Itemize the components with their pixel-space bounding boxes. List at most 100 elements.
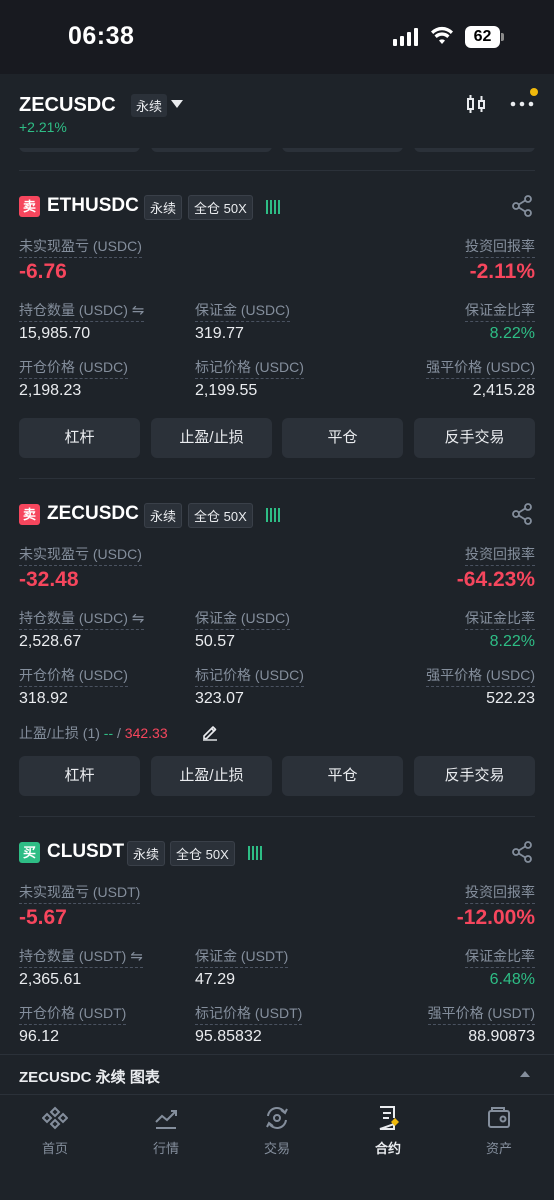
positions-list[interactable]: 卖 ETHUSDC 永续 全仓 50X 未实现盈亏 (USDC) 投资回报率 -… [0, 148, 554, 1054]
symbol-header: ZECUSDC 永续 +2.21% [0, 74, 554, 148]
binance-logo-icon [42, 1106, 68, 1130]
edit-pencil-icon[interactable] [201, 723, 219, 741]
tpsl-summary-label: 止盈/止损 (1) [19, 725, 100, 741]
margin-mode-tag[interactable]: 全仓 50X [170, 841, 235, 866]
position-actions: 杠杆 止盈/止损 平仓 反手交易 [19, 756, 535, 796]
leverage-button[interactable]: 杠杆 [19, 418, 140, 458]
tab-assets[interactable]: 资产 [459, 1105, 539, 1157]
tab-label: 首页 [41, 1141, 68, 1156]
perpetual-tag: 永续 [127, 841, 166, 866]
trade-swap-icon [266, 1107, 288, 1129]
more-icon[interactable] [510, 100, 534, 108]
chevron-up-icon[interactable] [520, 1071, 530, 1077]
margin-ratio-label: 保证金比率 [465, 300, 535, 322]
side-badge: 卖 [19, 504, 40, 525]
mark-price-label: 标记价格 (USDT) [195, 1003, 303, 1025]
margin-label: 保证金 (USDC) [195, 608, 290, 630]
roe-value: -12.00% [456, 906, 535, 929]
margin-ratio-value: 6.48% [489, 971, 535, 988]
position-card-clusdt: 买 CLUSDT 永续 全仓 50X 未实现盈亏 (USDT) 投资回报率 -5… [0, 816, 554, 1054]
position-actions: 杠杆 止盈/止损 平仓 反手交易 [19, 418, 535, 458]
symbol-selector[interactable]: ZECUSDC [19, 94, 116, 117]
tpsl-summary[interactable]: 止盈/止损 (1) -- / 342.33 [19, 723, 168, 743]
unrealized-pnl-label: 未实现盈亏 (USDT) [19, 882, 141, 904]
margin-label: 保证金 (USDT) [195, 946, 289, 968]
size-label[interactable]: 持仓数量 (USDT) ⇋ [19, 946, 143, 968]
leverage-button[interactable]: 杠杆 [19, 756, 140, 796]
take-profit-value: -- [103, 725, 114, 741]
swap-unit-icon[interactable]: ⇋ [132, 302, 145, 319]
entry-price-label: 开仓价格 (USDC) [19, 357, 128, 379]
roe-value: -2.11% [469, 260, 535, 283]
roe-label: 投资回报率 [465, 882, 535, 904]
tpsl-button[interactable]: 止盈/止损 [151, 418, 272, 458]
tab-label: 行情 [152, 1141, 179, 1156]
entry-price-label: 开仓价格 (USDC) [19, 665, 128, 687]
position-symbol[interactable]: ZECUSDC [47, 503, 139, 525]
roe-label: 投资回报率 [465, 236, 535, 258]
share-icon[interactable] [511, 195, 533, 217]
liq-price-label: 强平价格 (USDT) [427, 1003, 535, 1025]
previous-card-buttons [0, 148, 554, 156]
swap-unit-icon[interactable]: ⇋ [132, 610, 145, 627]
roe-value: -64.23% [456, 568, 535, 591]
close-position-button[interactable]: 平仓 [282, 756, 403, 796]
margin-mode-tag[interactable]: 全仓 50X [188, 503, 253, 528]
price-change: +2.21% [19, 119, 67, 135]
close-position-button[interactable]: 平仓 [282, 418, 403, 458]
size-value: 15,985.70 [19, 325, 91, 342]
share-icon[interactable] [511, 841, 533, 863]
position-symbol[interactable]: ETHUSDC [47, 195, 139, 217]
unrealized-pnl: -5.67 [19, 906, 67, 929]
chart-drawer-title: ZECUSDC 永续 图表 [19, 1069, 160, 1086]
reverse-position-button[interactable]: 反手交易 [414, 418, 535, 458]
entry-price: 2,198.23 [19, 382, 82, 399]
size-value: 2,365.61 [19, 971, 82, 988]
candlestick-chart-icon[interactable] [465, 93, 487, 115]
tab-trade[interactable]: 交易 [237, 1105, 317, 1157]
mark-price: 95.85832 [195, 1028, 262, 1045]
size-label[interactable]: 持仓数量 (USDC) ⇋ [19, 300, 145, 322]
status-bar: 06:38 62 [0, 0, 554, 74]
roe-label: 投资回报率 [465, 544, 535, 566]
liq-price: 522.23 [486, 690, 535, 707]
size-value: 2,528.67 [19, 633, 82, 650]
chevron-down-icon[interactable] [171, 100, 183, 108]
tab-label: 资产 [485, 1141, 512, 1156]
notification-dot [530, 88, 538, 96]
reverse-position-button[interactable]: 反手交易 [414, 756, 535, 796]
stop-loss-value: 342.33 [124, 725, 168, 741]
tab-futures[interactable]: 合约 [348, 1105, 428, 1157]
markets-chart-icon [155, 1110, 177, 1129]
position-symbol[interactable]: CLUSDT [47, 841, 124, 863]
tab-markets[interactable]: 行情 [126, 1105, 206, 1157]
perpetual-tag: 永续 [144, 503, 183, 528]
cellular-signal-icon [393, 28, 418, 46]
share-icon[interactable] [511, 503, 533, 525]
unrealized-pnl: -32.48 [19, 568, 79, 591]
margin-mode-tag[interactable]: 全仓 50X [188, 195, 253, 220]
mark-price: 323.07 [195, 690, 244, 707]
futures-doc-icon [379, 1106, 399, 1130]
position-card-zecusdc: 卖 ZECUSDC 永续 全仓 50X 未实现盈亏 (USDC) 投资回报率 -… [0, 478, 554, 818]
card-divider [19, 816, 535, 817]
swap-unit-icon[interactable]: ⇋ [130, 948, 143, 965]
adl-indicator-icon [266, 200, 280, 214]
mark-price-label: 标记价格 (USDC) [195, 357, 304, 379]
card-divider [19, 478, 535, 479]
mark-price-label: 标记价格 (USDC) [195, 665, 304, 687]
chart-drawer-bar[interactable]: ZECUSDC 永续 图表 [0, 1054, 554, 1094]
entry-price: 96.12 [19, 1028, 60, 1045]
margin-value: 50.57 [195, 633, 236, 650]
tpsl-button[interactable]: 止盈/止损 [151, 756, 272, 796]
entry-price: 318.92 [19, 690, 68, 707]
margin-ratio-label: 保证金比率 [465, 608, 535, 630]
size-label[interactable]: 持仓数量 (USDC) ⇋ [19, 608, 145, 630]
tab-home[interactable]: 首页 [15, 1105, 95, 1157]
liq-price-label: 强平价格 (USDC) [426, 665, 535, 687]
perpetual-tag: 永续 [144, 195, 183, 220]
perpetual-tag: 永续 [131, 94, 168, 117]
wifi-icon [431, 26, 453, 44]
size-label-text: 持仓数量 (USDC) [19, 302, 128, 318]
liq-price: 88.90873 [468, 1028, 535, 1045]
